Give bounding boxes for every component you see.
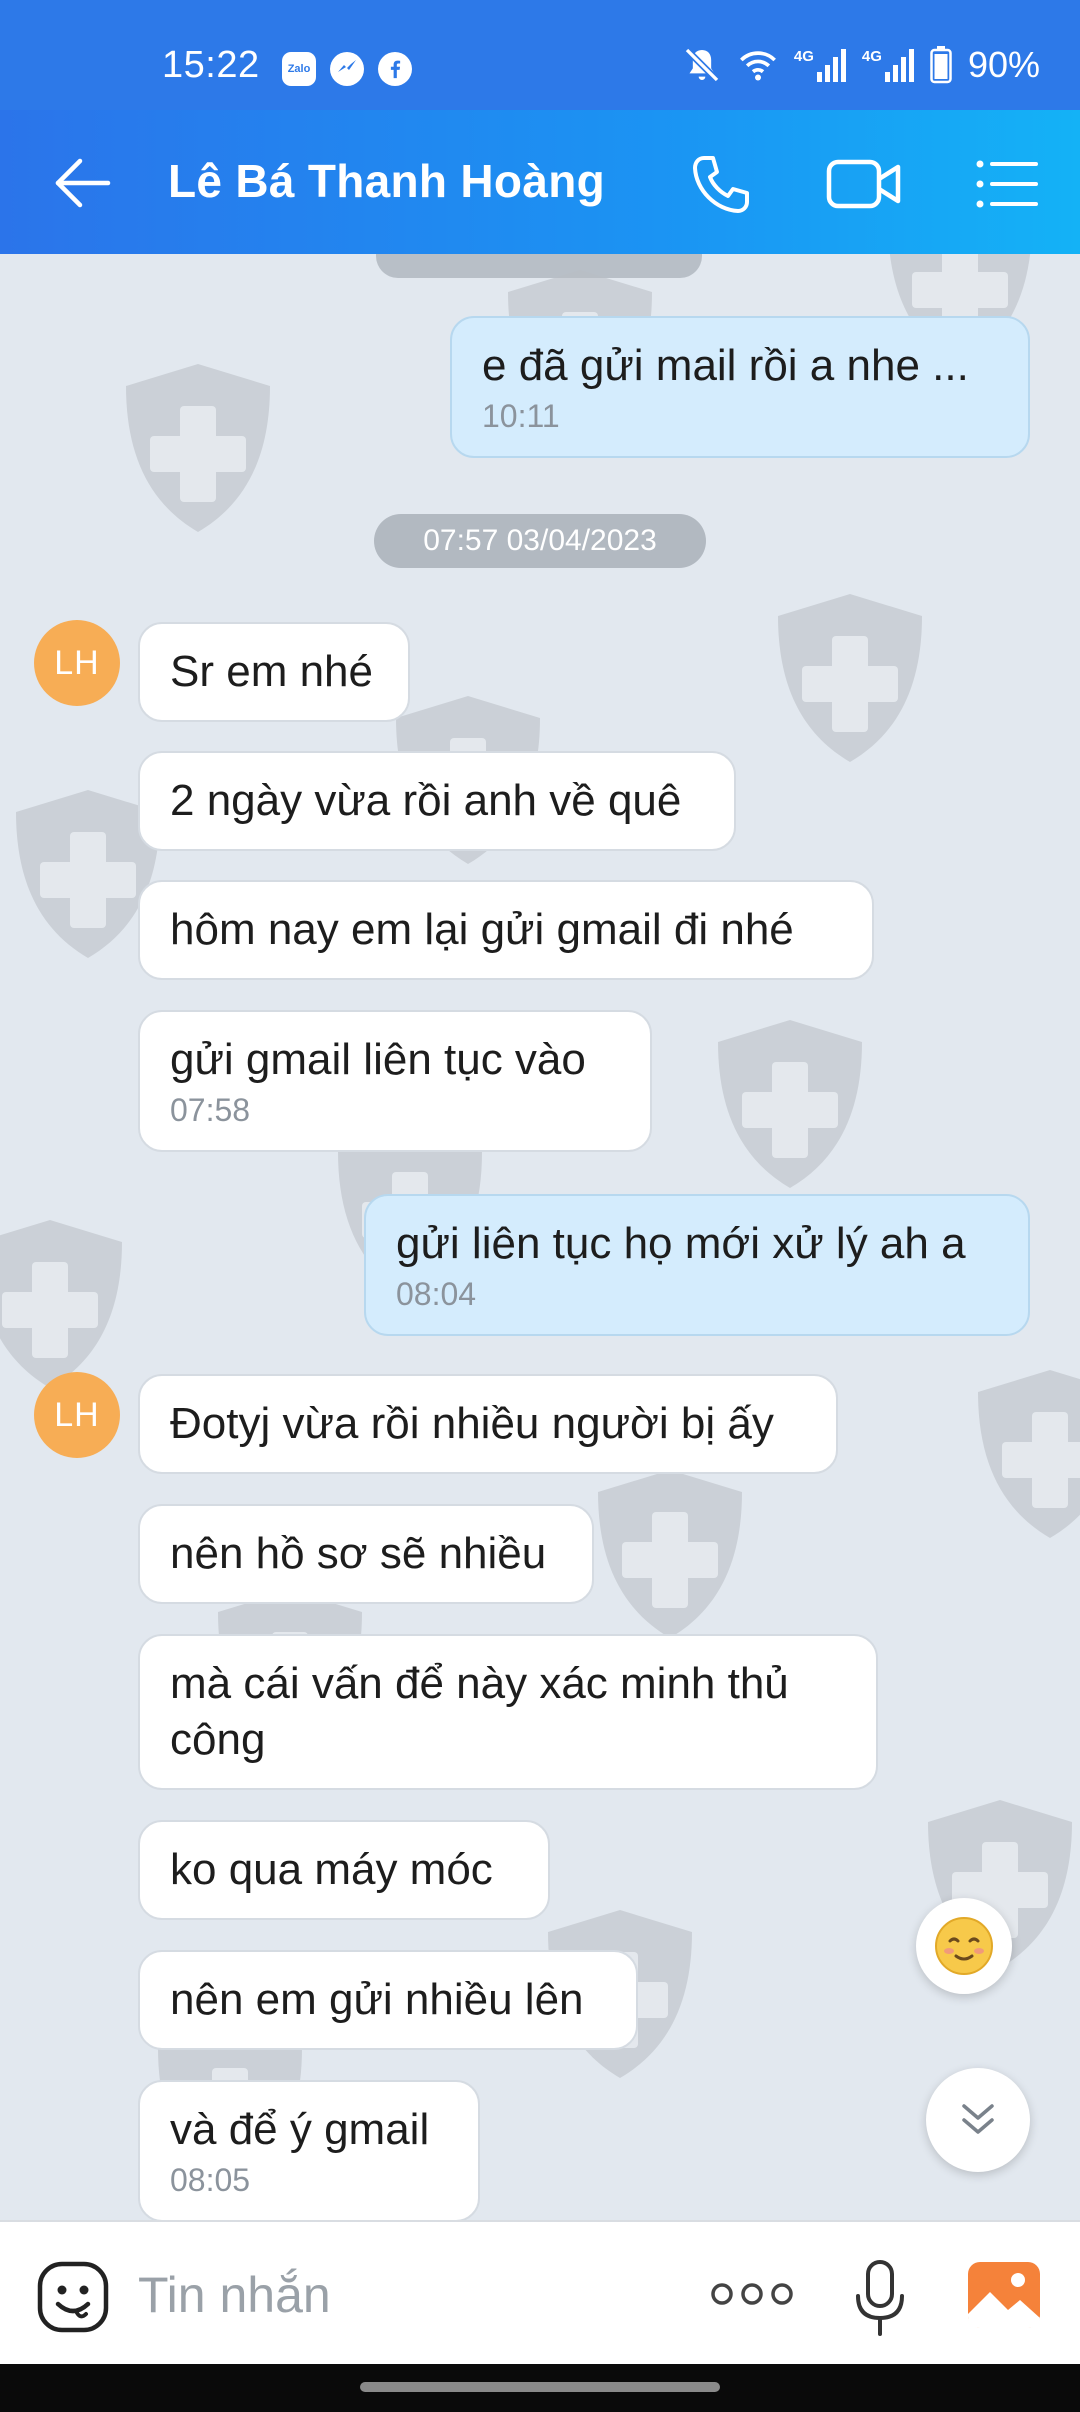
watermark-shield-icon — [598, 1470, 742, 1638]
watermark-shield-icon — [718, 1020, 862, 1188]
wifi-icon — [739, 51, 776, 81]
message-bubble-incoming[interactable]: và để ý gmail 08:05 — [138, 2080, 480, 2220]
quick-reaction-button[interactable] — [916, 1898, 1012, 1994]
status-time: 15:22 — [162, 44, 260, 86]
date-divider: 07:57 03/04/2023 — [374, 514, 706, 568]
message-text: Sr em nhé — [170, 647, 373, 696]
home-indicator[interactable] — [360, 2382, 720, 2392]
message-text: nên em gửi nhiều lên — [170, 1975, 584, 2024]
message-bubble-incoming[interactable]: nên hồ sơ sẽ nhiều — [138, 1504, 594, 1604]
message-bubble-incoming[interactable]: hôm nay em lại gửi gmail đi nhé — [138, 880, 874, 980]
signal-bars-icon — [816, 49, 846, 82]
signal-bars-icon — [884, 49, 914, 82]
menu-list-icon[interactable] — [974, 154, 1038, 214]
system-nav-bar — [0, 2364, 1080, 2412]
message-text: 2 ngày vừa rồi anh về quê — [170, 776, 682, 825]
message-bubble-incoming[interactable]: Đotyj vừa rồi nhiều người bị ấy — [138, 1374, 838, 1474]
status-bar: 15:22 Zalo 4G 4G 90% — [0, 0, 1080, 110]
message-bubble-incoming[interactable]: gửi gmail liên tục vào 07:58 — [138, 1010, 652, 1152]
status-app-icons: Zalo — [282, 52, 412, 86]
signal-1-indicator: 4G — [794, 48, 846, 82]
zalo-icon: Zalo — [282, 52, 316, 86]
smile-emoji-icon — [935, 1917, 993, 1975]
message-bubble-outgoing[interactable]: gửi liên tục họ mới xử lý ah a 08:04 — [364, 1194, 1030, 1336]
message-bubble-incoming[interactable]: 2 ngày vừa rồi anh về quê — [138, 751, 736, 851]
message-input[interactable] — [138, 2260, 658, 2330]
message-text: gửi gmail liên tục vào — [170, 1035, 586, 1084]
avatar[interactable]: LH — [34, 620, 120, 706]
message-composer — [0, 2220, 1080, 2364]
battery-percent: 90% — [967, 44, 1040, 85]
message-bubble-incoming[interactable]: nên em gửi nhiều lên — [138, 1950, 638, 2050]
message-time: 08:05 — [170, 2162, 251, 2198]
message-text: nên hồ sơ sẽ nhiều — [170, 1529, 547, 1578]
messenger-icon — [330, 52, 364, 86]
scroll-to-bottom-button[interactable] — [926, 2068, 1030, 2172]
signal-2-indicator: 4G — [862, 48, 914, 82]
message-bubble-incoming[interactable]: mà cái vấn để này xác minh thủ công — [138, 1634, 878, 1790]
status-indicators: 4G 4G 90% — [682, 44, 1040, 86]
scroll-down-icon — [962, 2104, 994, 2134]
emoji-icon[interactable] — [36, 2260, 110, 2334]
watermark-shield-icon — [0, 1220, 122, 1388]
contact-name[interactable]: Lê Bá Thanh Hoàng — [168, 154, 605, 208]
message-time: 10:11 — [482, 398, 560, 434]
watermark-shield-icon — [978, 1370, 1080, 1538]
mute-bell-icon — [684, 47, 720, 83]
message-text: ko qua máy móc — [170, 1845, 493, 1894]
message-text: e đã gửi mail rồi a nhe ... — [482, 341, 969, 390]
message-bubble-incoming[interactable]: Sr em nhé — [138, 622, 410, 722]
message-bubble-incoming[interactable]: ko qua máy móc — [138, 1820, 550, 1920]
back-arrow-icon[interactable] — [50, 150, 116, 216]
image-icon[interactable] — [966, 2260, 1042, 2330]
facebook-icon — [378, 52, 412, 86]
more-icon[interactable] — [710, 2274, 794, 2314]
watermark-shield-icon — [126, 364, 270, 532]
video-call-icon[interactable] — [826, 154, 902, 214]
previous-date-divider — [376, 254, 702, 278]
message-time: 07:58 — [170, 1092, 251, 1128]
battery-icon — [930, 46, 952, 84]
chat-thread[interactable]: e đã gửi mail rồi a nhe ... 10:11 07:57 … — [0, 254, 1080, 2220]
message-text: Đotyj vừa rồi nhiều người bị ấy — [170, 1399, 774, 1448]
phone-icon[interactable] — [686, 150, 756, 220]
microphone-icon[interactable] — [852, 2258, 908, 2338]
watermark-shield-icon — [778, 594, 922, 762]
message-time: 08:04 — [396, 1276, 477, 1312]
message-text: hôm nay em lại gửi gmail đi nhé — [170, 905, 794, 954]
message-text: và để ý gmail — [170, 2105, 430, 2154]
message-bubble-outgoing[interactable]: e đã gửi mail rồi a nhe ... 10:11 — [450, 316, 1030, 458]
message-text: mà cái vấn để này xác minh thủ công — [170, 1659, 789, 1764]
message-text: gửi liên tục họ mới xử lý ah a — [396, 1219, 966, 1268]
avatar[interactable]: LH — [34, 1372, 120, 1458]
chat-header: Lê Bá Thanh Hoàng — [0, 110, 1080, 254]
